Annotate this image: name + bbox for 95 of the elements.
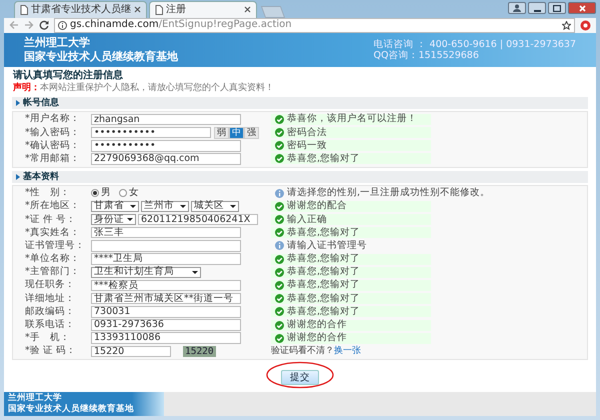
phone-text: 电话咨询 ： 400-650-9616 | 0931-2973637 [374, 38, 576, 50]
field-label: *确认密码： [25, 140, 81, 152]
validation-message: 恭喜您,您输对了 [287, 279, 360, 292]
dropdown[interactable]: 兰州市 [141, 200, 189, 212]
maximize-icon [553, 4, 561, 12]
tab-title: 甘肃省专业技术人员继 [31, 4, 131, 16]
extension-icon[interactable] [580, 20, 591, 31]
close-icon[interactable] [244, 6, 251, 14]
input-field[interactable]: 张三丰 [91, 226, 241, 238]
close-icon[interactable] [134, 6, 141, 14]
field-label: *手 机： [25, 332, 71, 344]
field-label: *常用邮箱： [25, 152, 81, 165]
notice-text: 声明：本网站注重保护个人隐私，请放心填写您的个人真实资料！ [12, 82, 275, 94]
input-field[interactable]: 13393110086 [91, 332, 241, 344]
strength-indicator: 强 [244, 126, 259, 139]
field-label: *输入密码： [25, 126, 81, 139]
input-field[interactable]: ***检察员 [91, 280, 241, 292]
address-bar[interactable]: gs.chinamde.com/EntSignup!regPage.action [54, 18, 575, 33]
input-field[interactable]: 730031 [91, 306, 241, 318]
validation-message: 输入正确 [287, 214, 327, 226]
radio-option[interactable]: 男 [91, 187, 111, 200]
field-label: 现任职务： [25, 279, 76, 292]
field-label: *主管部门： [25, 266, 81, 278]
maximize-button[interactable] [548, 2, 566, 14]
field-label: 详细地址： [25, 292, 76, 305]
validation-message: 恭喜您,您输对了 [287, 253, 360, 266]
school-name: 兰州理工大学 [24, 36, 91, 50]
page-icon [155, 4, 163, 15]
input-field[interactable]: 甘肃省兰州市城关区**街道一号 [91, 292, 241, 304]
field-label: *证 件 号： [25, 214, 77, 226]
radio-label: 男 [101, 187, 111, 200]
input-field[interactable]: ••••••••••• [91, 140, 241, 152]
input-field[interactable]: ••••••••••• [91, 126, 211, 138]
section-title: 基本资料 [23, 170, 59, 183]
field-label: *单位名称： [25, 253, 81, 266]
reload-icon[interactable] [39, 20, 49, 30]
captcha-field[interactable]: 15220 [91, 346, 171, 358]
submit-button[interactable]: 提交 [281, 370, 319, 385]
radio-label: 女 [129, 187, 139, 200]
page-icon [20, 4, 28, 15]
strength-indicator: 中 [229, 126, 244, 139]
validation-message: 请选择您的性别,一旦注册成功性别不能修改。 [287, 187, 490, 200]
input-field[interactable]: 62011219850406241X [138, 214, 258, 226]
validation-message: 恭喜你，该用户名可以注册！ [287, 113, 417, 126]
info-icon [58, 20, 67, 30]
radio-option[interactable]: 女 [119, 187, 139, 200]
star-icon[interactable] [562, 20, 571, 30]
person-icon [513, 4, 521, 12]
field-label: 证书管理号： [25, 240, 86, 252]
dropdown[interactable]: 城关区 [191, 200, 239, 212]
radio-button[interactable] [119, 189, 127, 198]
validation-message: 谢谢您的配合 [287, 200, 347, 212]
form-title: 请认真填写您的注册信息 [12, 68, 124, 82]
field-label: *所在地区： [25, 200, 81, 212]
footer-logo: 兰州理工大学 国家专业技术人员继续教育基地 [4, 392, 164, 416]
captcha-image: 15220 [183, 346, 216, 357]
dropdown[interactable]: 卫生和计划生育局 [91, 266, 201, 278]
field-label: *真实姓名： [25, 226, 81, 239]
input-field[interactable]: 0931-2973636 [91, 319, 241, 331]
qq-text: QQ咨询：1515529686 [374, 50, 480, 61]
validation-message: 谢谢您的合作 [287, 319, 347, 332]
field-label: *验 证 码： [25, 345, 77, 358]
input-field[interactable] [91, 240, 241, 252]
validation-message: 密码一致 [287, 140, 327, 152]
minimize-button[interactable] [528, 2, 546, 14]
section-title: 帐号信息 [23, 96, 59, 109]
validation-message: 密码合法 [287, 126, 327, 139]
validation-message: 恭喜您,您输对了 [287, 266, 360, 278]
field-label: *用户名称： [25, 113, 81, 126]
radio-button[interactable] [91, 189, 99, 198]
input-field[interactable]: zhangsan [91, 114, 241, 126]
triangle-icon [16, 174, 20, 180]
triangle-icon [16, 100, 20, 106]
hint-text: 验证码看不清？ [271, 345, 334, 358]
field-label: *性 别： [25, 187, 71, 200]
field-label: 联系电话： [25, 319, 76, 332]
dropdown[interactable]: 甘肃省 [91, 200, 139, 212]
url-text: gs.chinamde.com/EntSignup!regPage.action [70, 19, 292, 32]
validation-message: 请输入证书管理号 [287, 240, 367, 252]
dropdown[interactable]: 身份证 [91, 214, 136, 226]
refresh-link[interactable]: 换一张 [334, 345, 361, 358]
validation-message: 谢谢您的合作 [287, 332, 347, 344]
validation-message: 恭喜您,您输对了 [287, 292, 360, 305]
input-field[interactable]: ****卫生局 [91, 253, 241, 265]
close-button[interactable] [568, 2, 596, 14]
browser-tab[interactable]: 甘肃省专业技术人员继 [14, 0, 147, 18]
profile-button[interactable] [508, 2, 526, 14]
validation-message: 恭喜您,您输对了 [287, 226, 360, 239]
validation-message: 恭喜您,您输对了 [287, 152, 360, 165]
input-field[interactable]: 2279069368@qq.com [91, 153, 241, 165]
close-icon [578, 4, 586, 12]
field-label: 邮政编码： [25, 306, 76, 318]
site-title: 国家专业技术人员继续教育基地 [24, 50, 178, 64]
validation-message: 恭喜您,您输对了 [287, 306, 360, 318]
strength-indicator: 弱 [214, 126, 229, 139]
